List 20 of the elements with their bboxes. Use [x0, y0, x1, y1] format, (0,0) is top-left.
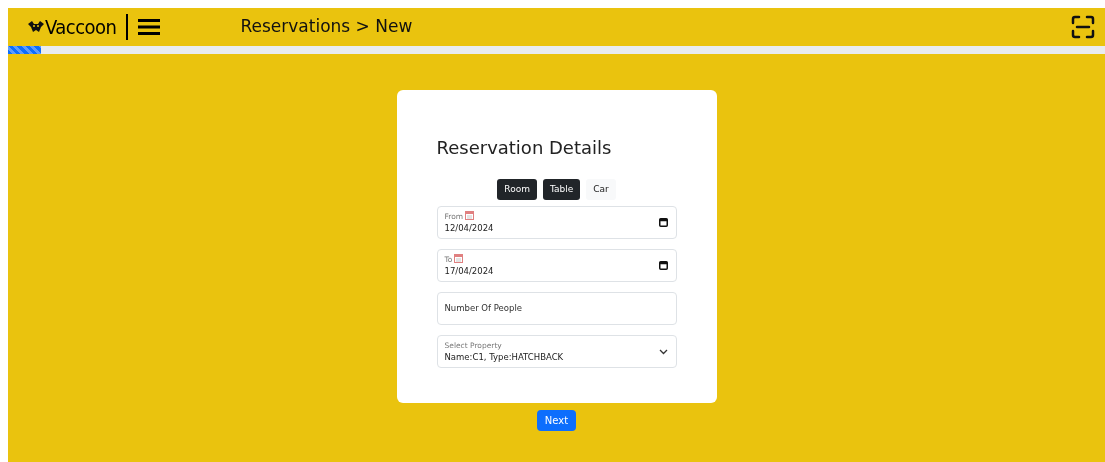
calendar-icon: [454, 254, 464, 263]
brand-name[interactable]: Vaccoon: [45, 12, 117, 42]
raccoon-icon: [28, 21, 44, 33]
menu-icon[interactable]: [138, 19, 161, 35]
calendar-icon: [465, 211, 475, 220]
type-tab[interactable]: Car: [586, 179, 616, 200]
type-tab[interactable]: Table: [542, 179, 581, 200]
calendar-picker-icon[interactable]: [658, 218, 668, 227]
chevron-down-icon[interactable]: [658, 348, 668, 355]
field-value: 17/04/2024: [444, 265, 495, 277]
people-field[interactable]: Number Of People: [436, 292, 677, 325]
field-placeholder: Number Of People: [444, 302, 523, 315]
scan-icon[interactable]: [1071, 15, 1095, 39]
calendar-picker-icon[interactable]: [658, 261, 668, 270]
type-tab[interactable]: Room: [497, 179, 537, 200]
breadcrumb: Reservations > New: [240, 15, 413, 39]
next-button[interactable]: Next: [536, 410, 577, 431]
field-value: 12/04/2024: [444, 222, 495, 234]
form-title: Reservation Details: [436, 136, 613, 160]
field-value: Name:C1, Type:HATCHBACK: [444, 350, 565, 363]
